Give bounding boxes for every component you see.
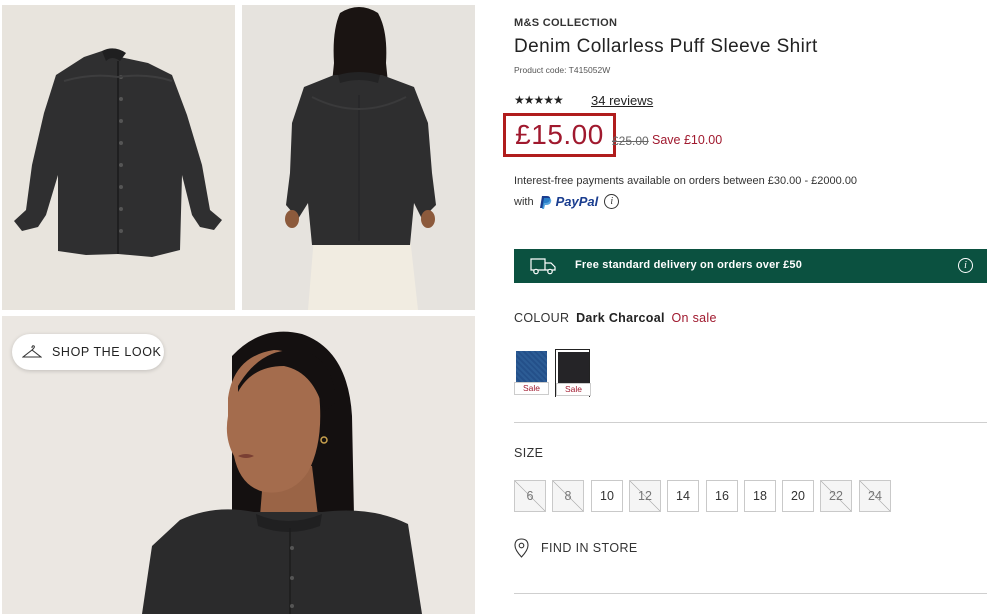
price-highlight-box: £15.00	[503, 113, 616, 157]
hanger-icon	[22, 345, 42, 358]
shop-the-look-label: SHOP THE LOOK	[52, 345, 162, 359]
size-option-22[interactable]: 22	[820, 480, 852, 512]
reviews-link[interactable]: 34 reviews	[591, 93, 653, 108]
product-image-flat-lay[interactable]	[2, 5, 235, 310]
paypal-finance-text: Interest-free payments available on orde…	[514, 175, 858, 187]
size-option-16[interactable]: 16	[706, 480, 738, 512]
size-option-18[interactable]: 18	[744, 480, 776, 512]
colour-sale-text: On sale	[671, 311, 717, 325]
colour-row: COLOUR Dark Charcoal On sale	[514, 311, 717, 325]
product-image-back-view[interactable]	[242, 5, 475, 310]
colour-swatch-indigo[interactable]: Sale	[514, 349, 549, 397]
section-divider	[514, 593, 987, 594]
paypal-row: with PayPal i	[514, 194, 620, 209]
model-back-illustration	[285, 7, 436, 310]
find-in-store-link[interactable]: FIND IN STORE	[514, 538, 638, 558]
was-price: £25.00	[612, 134, 649, 148]
selected-colour-name: Dark Charcoal	[576, 311, 665, 325]
swatch-chip	[558, 352, 589, 383]
shop-the-look-button[interactable]: SHOP THE LOOK	[12, 334, 164, 370]
size-option-8[interactable]: 8	[552, 480, 584, 512]
delivery-text: Free standard delivery on orders over £5…	[575, 259, 803, 271]
paypal-info-icon[interactable]: i	[604, 194, 620, 209]
swatch-sale-tag: Sale	[556, 383, 591, 396]
paypal-logo-text: PayPal	[555, 194, 599, 209]
save-amount: Save £10.00	[652, 133, 723, 147]
size-option-24[interactable]: 24	[859, 480, 891, 512]
size-option-12[interactable]: 12	[629, 480, 661, 512]
location-pin-icon	[514, 538, 529, 558]
shirt-illustration	[14, 48, 222, 257]
size-label: SIZE	[514, 446, 544, 460]
product-title: Denim Collarless Puff Sleeve Shirt	[514, 36, 818, 57]
current-price: £15.00	[515, 119, 604, 150]
find-in-store-label: FIND IN STORE	[541, 541, 638, 555]
section-divider	[514, 422, 987, 423]
paypal-icon	[539, 195, 551, 209]
colour-label: COLOUR	[514, 311, 570, 325]
paypal-with-label: with	[514, 195, 534, 208]
swatch-sale-tag: Sale	[514, 382, 549, 395]
swatch-chip	[516, 351, 547, 382]
colour-swatch-dark-charcoal[interactable]: Sale	[555, 349, 591, 397]
delivery-banner: Free standard delivery on orders over £5…	[514, 249, 987, 283]
van-icon	[530, 258, 556, 275]
size-option-20[interactable]: 20	[782, 480, 814, 512]
size-option-6[interactable]: 6	[514, 480, 546, 512]
delivery-info-icon[interactable]: i	[958, 258, 973, 273]
size-option-10[interactable]: 10	[591, 480, 623, 512]
star-rating: ★★★★★	[514, 93, 564, 107]
size-option-14[interactable]: 14	[667, 480, 699, 512]
paypal-logo: PayPal	[539, 194, 599, 209]
brand-label: M&S COLLECTION	[514, 17, 618, 29]
product-code: Product code: T415052W	[514, 65, 611, 75]
